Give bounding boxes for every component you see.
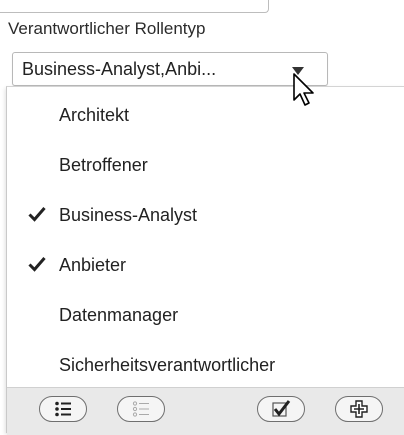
add-button[interactable] [335, 396, 383, 422]
dropdown-list: Architekt Betroffener Business-Analyst A… [6, 86, 404, 435]
option-business-analyst[interactable]: Business-Analyst [7, 191, 404, 241]
option-architekt[interactable]: Architekt [7, 91, 404, 141]
mouse-pointer-icon [293, 73, 314, 106]
select-all-button[interactable] [39, 396, 87, 422]
option-label: Business-Analyst [59, 205, 198, 225]
option-sicherheitsverantwortlicher[interactable]: Sicherheitsverantwortlicher [7, 341, 404, 391]
combobox-value: Business-Analyst,Anbi... [22, 59, 217, 79]
deselect-all-button[interactable] [117, 396, 165, 422]
confirm-button[interactable] [257, 396, 305, 422]
previous-field-border [0, 0, 269, 13]
select-all-icon [55, 401, 71, 417]
check-icon [28, 207, 46, 222]
option-label: Anbieter [59, 255, 127, 275]
confirm-icon [272, 400, 291, 417]
add-icon [350, 400, 368, 418]
option-betroffener[interactable]: Betroffener [7, 141, 404, 191]
role-type-combobox[interactable]: Business-Analyst,Anbi... [12, 52, 328, 86]
option-label: Architekt [59, 105, 130, 125]
option-datenmanager[interactable]: Datenmanager [7, 291, 404, 341]
option-label: Betroffener [59, 155, 148, 175]
option-anbieter[interactable]: Anbieter [7, 241, 404, 291]
option-label: Datenmanager [59, 305, 179, 325]
dropdown-footer [7, 387, 404, 435]
deselect-all-icon [132, 401, 149, 417]
check-icon [28, 257, 46, 272]
option-label: Sicherheitsverantwortlicher [59, 355, 276, 375]
field-label: Verantwortlicher Rollentyp [8, 19, 206, 38]
